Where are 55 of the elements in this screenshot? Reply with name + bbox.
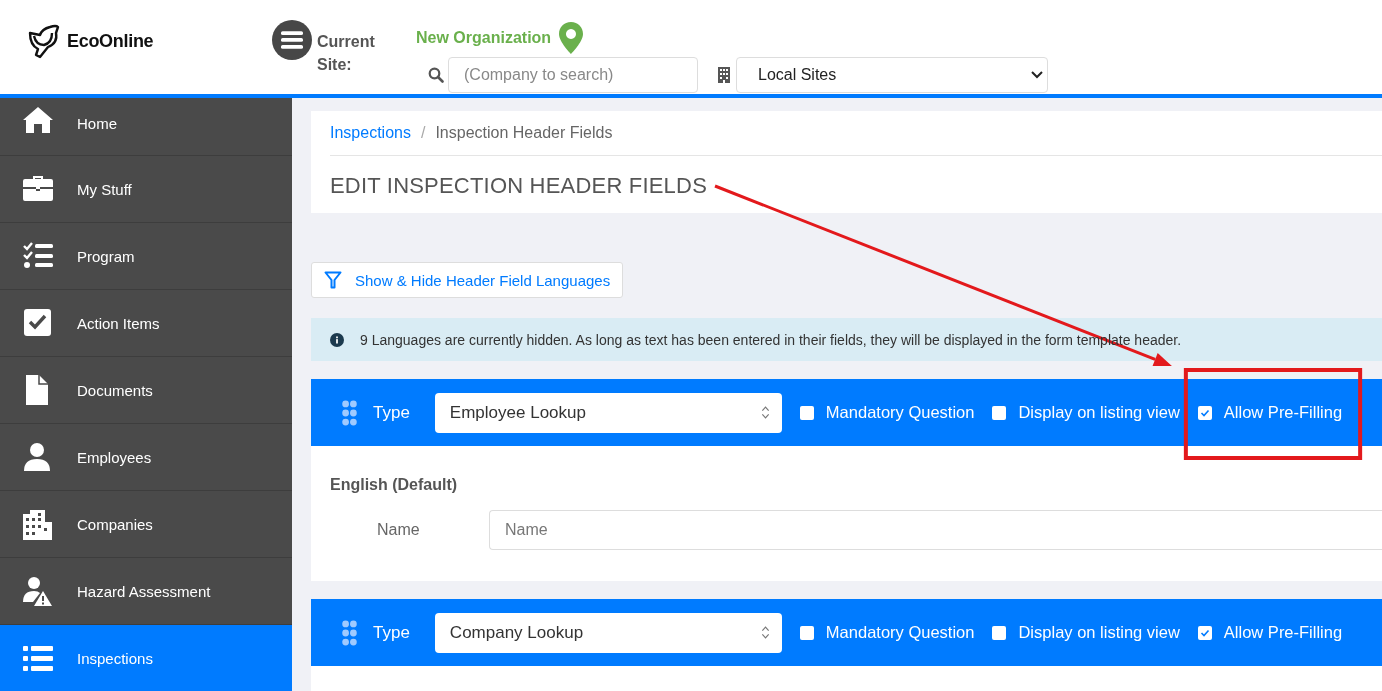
- sidebar-item[interactable]: Documents: [0, 357, 292, 424]
- up-down-caret-icon: [760, 625, 770, 640]
- sidebar-item[interactable]: Action Items: [0, 290, 292, 357]
- site-select[interactable]: Local Sites: [736, 57, 1048, 93]
- checkbox-option[interactable]: Mandatory Question: [799, 403, 975, 422]
- checkmark-icon: [1199, 407, 1210, 418]
- drag-handle-icon[interactable]: [341, 619, 358, 646]
- up-down-caret-icon: [760, 405, 770, 420]
- breadcrumb-link[interactable]: Inspections: [330, 124, 411, 142]
- sidebar-item[interactable]: My Stuff: [0, 156, 292, 223]
- checkbox-option[interactable]: Display on listing view: [992, 403, 1180, 422]
- organization-name: New Organization: [416, 29, 552, 47]
- menu-icon: [281, 31, 303, 49]
- checkbox[interactable]: [799, 625, 814, 640]
- bird-logo-icon: [26, 23, 62, 59]
- checkbox[interactable]: [992, 405, 1007, 420]
- sidebar-item[interactable]: Home: [0, 98, 292, 156]
- type-label: Type: [373, 622, 410, 643]
- buildings-icon: [22, 508, 54, 540]
- checkbox-option[interactable]: Allow Pre-Filling: [1197, 403, 1343, 422]
- breadcrumb-separator: /: [420, 124, 426, 142]
- caret-icon: [1031, 71, 1043, 79]
- checkbox[interactable]: [1197, 405, 1212, 420]
- logo-text: EcoOnline: [67, 30, 154, 52]
- sidebar-item[interactable]: Employees: [0, 424, 292, 491]
- checkbox-option[interactable]: Allow Pre-Filling: [1197, 623, 1343, 642]
- drag-handle-icon[interactable]: [341, 399, 358, 426]
- current-site-label: Current Site:: [317, 32, 376, 75]
- name-label: Name: [376, 521, 421, 539]
- show-hide-languages-button[interactable]: Show & Hide Header Field Languages: [311, 262, 624, 298]
- person-warning-icon: [22, 575, 54, 607]
- checkbox-option[interactable]: Display on listing view: [992, 623, 1180, 642]
- sidebar-item[interactable]: Inspections: [0, 625, 292, 691]
- company-search-field[interactable]: (Company to search): [448, 57, 698, 93]
- checkbox-option[interactable]: Mandatory Question: [799, 623, 975, 642]
- sidebar-item[interactable]: Companies: [0, 491, 292, 558]
- info-icon: [330, 332, 344, 347]
- menu-button[interactable]: [272, 20, 312, 60]
- checkbox[interactable]: [1197, 625, 1212, 640]
- breadcrumb-current: Inspection Header Fields: [435, 124, 613, 142]
- type-select[interactable]: Employee Lookup: [434, 392, 782, 433]
- checkbox[interactable]: [799, 405, 814, 420]
- search-icon: [428, 67, 444, 83]
- sidebar-item[interactable]: Program: [0, 223, 292, 290]
- language-heading: English (Default): [330, 476, 459, 494]
- checkbox[interactable]: [992, 625, 1007, 640]
- checkbox-icon: [22, 307, 54, 339]
- building-icon: [718, 67, 730, 83]
- filter-icon: [324, 271, 342, 289]
- checkmark-icon: [1199, 627, 1210, 638]
- map-pin-icon: [559, 22, 584, 54]
- page-title: EDIT INSPECTION HEADER FIELDS: [330, 173, 709, 199]
- type-label: Type: [373, 402, 410, 423]
- name-field[interactable]: Name: [489, 510, 1382, 550]
- type-select[interactable]: Company Lookup: [434, 612, 782, 653]
